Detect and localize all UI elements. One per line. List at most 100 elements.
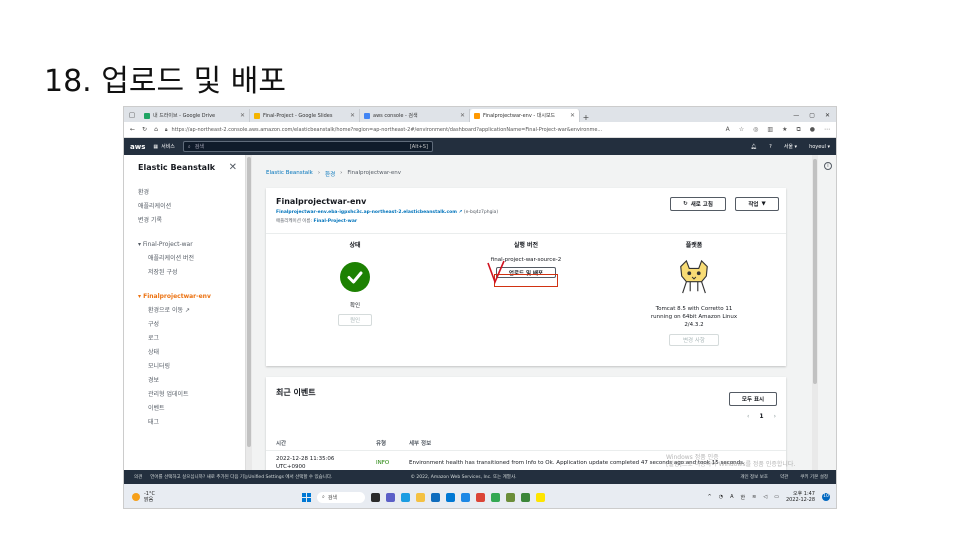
url-field[interactable]: 🔒︎ https://ap-northeast-2.console.aws.am… xyxy=(165,124,719,136)
current-page[interactable]: 1 xyxy=(759,413,763,420)
photos-icon[interactable] xyxy=(461,492,470,502)
environment-url[interactable]: Finalprojectwar-env.eba-igpxhc3c.ap-nort… xyxy=(276,210,498,215)
close-window-icon[interactable]: ✕ xyxy=(825,112,830,119)
maximize-icon[interactable]: ▢ xyxy=(809,112,815,119)
more-icon[interactable]: ⋯ xyxy=(824,126,830,134)
browser-toolbar-icons: A ☆ ◎ ▥ ★ ⧉ ● ⋯ xyxy=(726,126,830,134)
wifi-icon[interactable]: ≋ xyxy=(752,494,756,500)
chevron-left-icon[interactable]: ‹ xyxy=(747,413,749,420)
chevron-right-icon[interactable]: › xyxy=(774,413,776,420)
sidebar-item-go-to-env-label: 환경으로 이동 xyxy=(148,307,184,314)
scrollbar-thumb[interactable] xyxy=(813,159,817,384)
sidebar-group-env[interactable]: ▾ Finalprojectwar-env xyxy=(138,290,245,304)
network-icon[interactable]: ◔ xyxy=(719,494,723,500)
extension-icon[interactable]: ◎ xyxy=(753,126,758,134)
tab-actions-icon[interactable]: ▢ xyxy=(124,107,140,122)
tab-label: Final-Project - Google Slides xyxy=(263,112,333,119)
favorites-icon[interactable]: ★ xyxy=(782,126,787,134)
close-icon[interactable]: ✕ xyxy=(570,112,575,119)
close-icon[interactable]: ✕ xyxy=(460,112,465,119)
battery-icon[interactable]: ▭ xyxy=(774,494,779,500)
sidebar-item-saved-configs[interactable]: 저장된 구성 xyxy=(138,266,245,280)
account-menu[interactable]: hoyeul ▾ xyxy=(809,144,830,150)
chevron-up-icon[interactable]: ^ xyxy=(708,494,712,500)
node-icon[interactable] xyxy=(521,492,530,502)
check-circle-icon xyxy=(340,262,370,292)
cookie-preferences-link[interactable]: 쿠키 기본 설정 xyxy=(800,474,828,480)
volume-icon[interactable]: ◁ xyxy=(763,494,767,500)
favorite-icon[interactable]: ☆ xyxy=(739,126,744,134)
tab-google-drive[interactable]: 내 드라이브 - Google Drive ✕ xyxy=(140,109,250,122)
breadcrumb-current: Finalprojectwar-env xyxy=(347,170,402,176)
sidebar-item-configuration[interactable]: 구성 xyxy=(138,318,245,332)
red-checkmark-annotation xyxy=(487,260,505,285)
sidebar-item-environments[interactable]: 환경 xyxy=(138,186,245,200)
tab-search[interactable]: aws console - 검색 ✕ xyxy=(360,109,470,122)
weather-widget[interactable]: -1°C 맑음 xyxy=(132,491,302,503)
sidebar-group-app[interactable]: ▾ Final-Project-war xyxy=(138,238,245,252)
help-icon[interactable]: ? xyxy=(769,144,772,150)
chevron-right-icon: › xyxy=(317,170,321,176)
file-explorer-icon[interactable] xyxy=(416,492,425,502)
sidebar-item-events[interactable]: 이벤트 xyxy=(138,402,245,416)
sidebar-item-logs[interactable]: 로그 xyxy=(138,332,245,346)
back-icon[interactable]: ← xyxy=(130,126,135,133)
app-icon[interactable] xyxy=(491,492,500,502)
application-name-link[interactable]: Final-Project-war xyxy=(314,219,358,224)
causes-button[interactable]: 원인 xyxy=(338,314,372,326)
sidebar-item-managed-updates[interactable]: 관리형 업데이트 xyxy=(138,388,245,402)
breadcrumb-environments[interactable]: 환경 xyxy=(325,170,335,178)
language-notice: 언어를 선택하고 싶으십니까? 새로 추가된 다음 기능Unified Sett… xyxy=(150,475,333,480)
sidebar-item-change-history[interactable]: 변경 기록 xyxy=(138,214,245,228)
chat-icon[interactable] xyxy=(386,492,395,502)
sidebar-item-monitoring[interactable]: 모니터링 xyxy=(138,360,245,374)
home-icon[interactable]: ⌂ xyxy=(154,126,158,133)
close-icon[interactable]: ✕ xyxy=(229,162,237,173)
tab-elastic-beanstalk[interactable]: Finalprojectwar-env - 대시보드 ✕ xyxy=(470,109,580,122)
aws-search-input[interactable]: ⌕ 검색 [Alt+S] xyxy=(182,141,433,152)
store-icon[interactable] xyxy=(431,492,440,502)
terms-link[interactable]: 약관 xyxy=(780,474,788,480)
privacy-link[interactable]: 개인 정보 보호 xyxy=(740,474,768,480)
windows-start-icon[interactable] xyxy=(302,492,311,502)
region-selector[interactable]: 서울 ▾ xyxy=(784,143,797,150)
feedback-link[interactable]: 의견 xyxy=(134,474,142,480)
aws-logo[interactable]: aws xyxy=(130,143,145,151)
refresh-button[interactable]: ↻ 새로 고침 xyxy=(670,197,726,211)
eclipse-icon[interactable] xyxy=(506,492,515,502)
sidebar-item-go-to-env[interactable]: 환경으로 이동 ↗ xyxy=(138,304,245,318)
taskbar-search[interactable]: ⌕ 검색 xyxy=(317,491,365,503)
change-button[interactable]: 변경 사항 xyxy=(669,334,719,346)
breadcrumb-root[interactable]: Elastic Beanstalk xyxy=(266,170,313,178)
collections-icon[interactable]: ⧉ xyxy=(796,126,800,134)
sidebar-item-health[interactable]: 상태 xyxy=(138,346,245,360)
sidebar-item-tags[interactable]: 태그 xyxy=(138,416,245,430)
notification-badge[interactable]: 10 xyxy=(822,493,830,501)
reload-icon[interactable]: ↻ xyxy=(142,126,147,133)
content-scrollbar[interactable] xyxy=(812,155,818,470)
info-icon[interactable]: i xyxy=(824,162,832,170)
actions-button[interactable]: 작업 ▼ xyxy=(735,197,779,211)
task-view-icon[interactable] xyxy=(371,492,380,502)
mail-icon[interactable] xyxy=(446,492,455,502)
sidebar-item-app-versions[interactable]: 애플리케이션 버전 xyxy=(138,252,245,266)
minimize-icon[interactable]: — xyxy=(793,112,799,119)
close-icon[interactable]: ✕ xyxy=(350,112,355,119)
close-icon[interactable]: ✕ xyxy=(240,112,245,119)
font-icon[interactable]: A xyxy=(730,494,733,500)
tab-google-slides[interactable]: Final-Project - Google Slides ✕ xyxy=(250,109,360,122)
sidebar-item-alarms[interactable]: 경보 xyxy=(138,374,245,388)
services-menu[interactable]: ▦ 서비스 xyxy=(153,143,175,151)
edge-icon[interactable] xyxy=(401,492,410,502)
bell-icon[interactable]: 🔔︎ xyxy=(751,144,757,150)
read-aloud-icon[interactable]: A xyxy=(726,126,730,134)
chrome-icon[interactable] xyxy=(476,492,485,502)
sidebar-item-applications[interactable]: 애플리케이션 xyxy=(138,200,245,214)
profile-icon[interactable]: ● xyxy=(810,126,815,134)
show-all-button[interactable]: 모두 표시 xyxy=(729,392,777,406)
kakaotalk-icon[interactable] xyxy=(536,492,545,502)
input-language[interactable]: 한 xyxy=(741,494,746,501)
split-screen-icon[interactable]: ▥ xyxy=(767,126,773,134)
clock[interactable]: 오후 1:47 2022-12-28 xyxy=(786,491,815,503)
new-tab-icon[interactable]: + xyxy=(580,113,592,122)
